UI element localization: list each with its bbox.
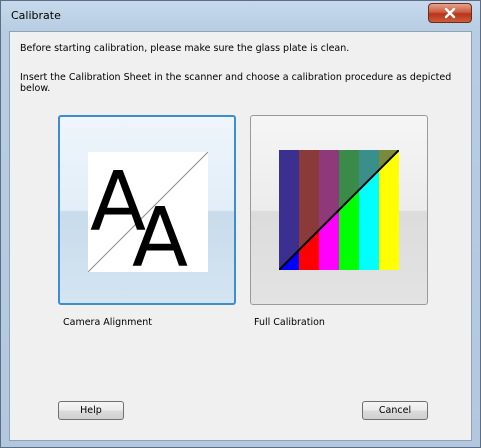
camera-alignment-option[interactable]: A A (58, 115, 236, 305)
full-calibration-option[interactable] (250, 115, 428, 305)
calibrate-dialog: Calibrate Before starting calibration, p… (0, 0, 481, 448)
title-bar[interactable]: Calibrate (1, 1, 480, 31)
window-title: Calibrate (11, 9, 61, 22)
cancel-button[interactable]: Cancel (362, 401, 428, 420)
close-x-icon (444, 7, 456, 19)
color-bars-icon (279, 150, 399, 270)
full-calibration-label: Full Calibration (254, 317, 325, 328)
camera-alignment-icon: A A (88, 152, 208, 272)
dialog-body: Before starting calibration, please make… (9, 31, 472, 441)
instruction-insert-sheet: Insert the Calibration Sheet in the scan… (20, 72, 452, 94)
instruction-clean-glass: Before starting calibration, please make… (20, 43, 350, 54)
close-button[interactable] (428, 3, 472, 23)
help-button[interactable]: Help (58, 401, 124, 420)
svg-text:A: A (132, 191, 188, 272)
camera-alignment-label: Camera Alignment (63, 317, 152, 328)
